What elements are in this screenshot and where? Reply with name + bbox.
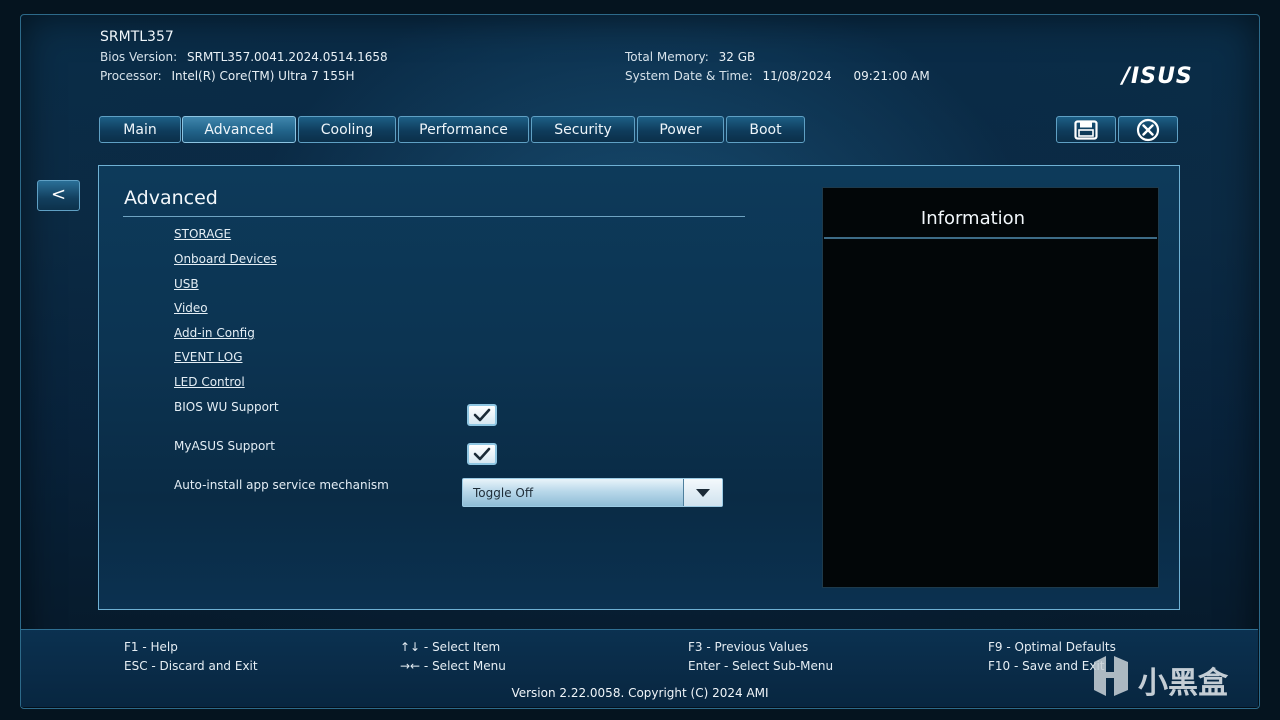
system-date: 11/08/2024 xyxy=(762,69,832,83)
tab-power[interactable]: Power xyxy=(637,116,724,143)
processor-value: Intel(R) Core(TM) Ultra 7 155H xyxy=(171,69,355,83)
total-memory-label: Total Memory: xyxy=(625,50,709,64)
tab-security[interactable]: Security xyxy=(531,116,635,143)
hint-select-item: ↑↓ - Select Item xyxy=(400,640,501,654)
hostname: SRMTL357 xyxy=(100,29,174,45)
hint-f1-help: F1 - Help xyxy=(124,640,178,654)
hint-esc-discard: ESC - Discard and Exit xyxy=(124,659,258,673)
exit-button[interactable] xyxy=(1118,116,1178,143)
hint-enter-submenu: Enter - Select Sub-Menu xyxy=(688,659,834,673)
bios-wu-support-checkbox[interactable] xyxy=(467,404,497,426)
bios-wu-support-label: BIOS WU Support xyxy=(174,400,279,414)
tab-advanced[interactable]: Advanced xyxy=(182,116,296,143)
watermark: 小黑盒 xyxy=(1090,650,1250,702)
heybox-logo-icon xyxy=(1094,656,1128,696)
auto-install-select[interactable]: Toggle Off xyxy=(462,478,723,507)
chevron-down-icon xyxy=(696,488,710,497)
checkmark-icon xyxy=(473,447,491,461)
processor-row: Processor: Intel(R) Core(TM) Ultra 7 155… xyxy=(100,69,355,83)
bios-version-value: SRMTL357.0041.2024.0514.1658 xyxy=(186,50,388,64)
hint-select-menu: →← - Select Menu xyxy=(400,659,506,673)
page-title: Advanced xyxy=(124,187,218,209)
menu-link-video[interactable]: Video xyxy=(174,301,208,315)
system-time: 09:21:00 AM xyxy=(853,69,930,83)
tab-boot[interactable]: Boot xyxy=(726,116,805,143)
hint-f3-previous: F3 - Previous Values xyxy=(688,640,809,654)
auto-install-label: Auto-install app service mechanism xyxy=(174,478,389,492)
menu-link-storage[interactable]: STORAGE xyxy=(174,227,231,241)
tab-main[interactable]: Main xyxy=(99,116,181,143)
watermark-text: 小黑盒 xyxy=(1138,666,1228,701)
bios-version-label: Bios Version: xyxy=(100,50,178,64)
menu-link-add-in-config[interactable]: Add-in Config xyxy=(174,326,255,340)
title-divider xyxy=(123,216,745,217)
menu-link-onboard-devices[interactable]: Onboard Devices xyxy=(174,252,277,266)
tab-performance[interactable]: Performance xyxy=(398,116,529,143)
system-datetime-label: System Date & Time: xyxy=(625,69,753,83)
total-memory-value: 32 GB xyxy=(718,50,756,64)
bios-version-row: Bios Version: SRMTL357.0041.2024.0514.16… xyxy=(100,50,388,64)
save-icon xyxy=(1074,119,1098,140)
hint-f10-save-exit: F10 - Save and Exit xyxy=(988,659,1105,673)
information-divider xyxy=(824,237,1157,239)
menu-link-usb[interactable]: USB xyxy=(174,277,199,291)
back-button[interactable]: < xyxy=(37,180,80,211)
checkmark-icon xyxy=(473,408,491,422)
tab-cooling[interactable]: Cooling xyxy=(298,116,396,143)
myasus-support-checkbox[interactable] xyxy=(467,443,497,465)
system-datetime-row: System Date & Time: 11/08/2024 09:21:00 … xyxy=(625,69,930,83)
menu-link-event-log[interactable]: EVENT LOG xyxy=(174,350,243,364)
dropdown-toggle[interactable] xyxy=(684,479,722,506)
close-circle-icon xyxy=(1136,118,1160,141)
information-title: Information xyxy=(920,208,1026,229)
save-button[interactable] xyxy=(1056,116,1116,143)
asus-logo: /ISUS xyxy=(1122,64,1193,89)
version-text: Version 2.22.0058. Copyright (C) 2024 AM… xyxy=(511,686,769,700)
auto-install-selected-value: Toggle Off xyxy=(473,486,534,500)
myasus-support-label: MyASUS Support xyxy=(174,439,275,453)
menu-link-led-control[interactable]: LED Control xyxy=(174,375,245,389)
total-memory-row: Total Memory: 32 GB xyxy=(625,50,755,64)
information-box xyxy=(822,187,1159,588)
processor-label: Processor: xyxy=(100,69,162,83)
